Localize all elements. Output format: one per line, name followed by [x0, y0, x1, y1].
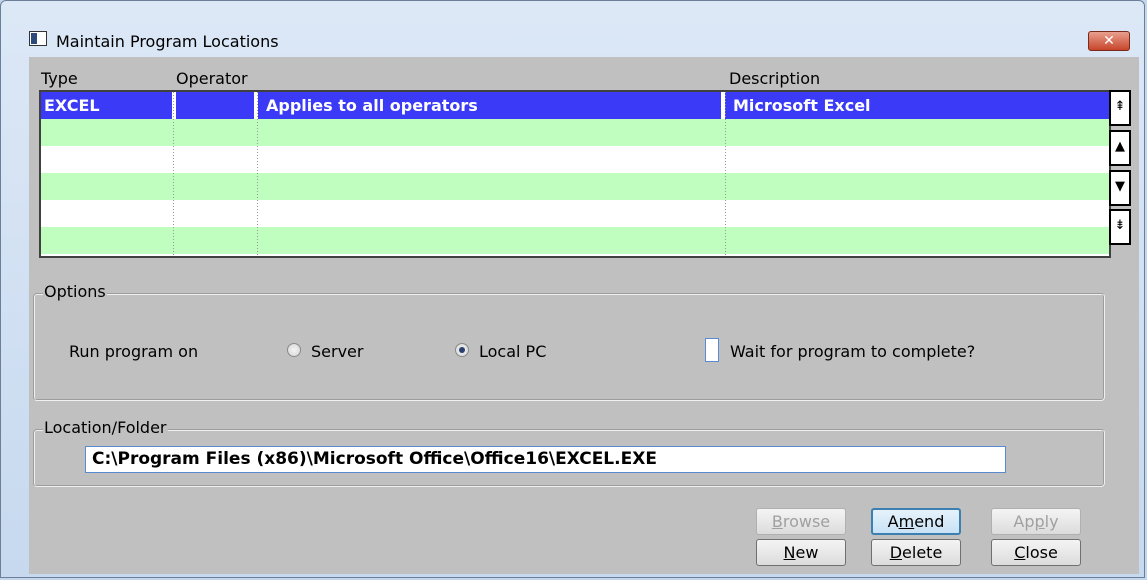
- wait-for-completion-checkbox[interactable]: [705, 338, 719, 362]
- table-row[interactable]: [41, 200, 1109, 227]
- close-icon: ✕: [1103, 33, 1115, 49]
- scroll-up-icon: ▲: [1115, 139, 1125, 154]
- window-title: Maintain Program Locations: [56, 32, 279, 51]
- apply-button[interactable]: Apply: [991, 508, 1081, 535]
- table-row[interactable]: [41, 227, 1109, 254]
- options-legend: Options: [43, 282, 107, 301]
- amend-button[interactable]: Amend: [871, 508, 961, 535]
- title-bar[interactable]: Maintain Program Locations ✕: [1, 1, 1144, 51]
- delete-label: elete: [902, 543, 943, 562]
- close-label: lose: [1025, 543, 1058, 562]
- close-window-button[interactable]: ✕: [1088, 31, 1130, 51]
- wait-for-completion-label[interactable]: Wait for program to complete?: [730, 342, 975, 361]
- column-header-description[interactable]: Description: [729, 69, 820, 88]
- location-path-input[interactable]: C:\Program Files (x86)\Microsoft Office\…: [85, 446, 1006, 473]
- close-mnemonic: C: [1014, 543, 1026, 562]
- grid-header: Type Operator Description: [39, 62, 1111, 90]
- new-button[interactable]: New: [756, 539, 846, 566]
- column-divider: [725, 92, 726, 256]
- server-radio[interactable]: [287, 343, 301, 357]
- table-row[interactable]: [41, 173, 1109, 200]
- new-label: ew: [795, 543, 819, 562]
- scroll-bottom-icon: ⇟: [1114, 218, 1126, 233]
- dialog-client-area: Type Operator Description EXCEL Applies …: [29, 57, 1139, 574]
- apply-label-start: Ap: [1013, 512, 1035, 531]
- program-locations-grid[interactable]: Type Operator Description EXCEL Applies …: [39, 62, 1111, 258]
- scroll-up-button[interactable]: ▲: [1109, 130, 1131, 166]
- browse-button[interactable]: Browse: [756, 508, 846, 535]
- column-header-type[interactable]: Type: [41, 69, 78, 88]
- browse-label: rowse: [782, 512, 831, 531]
- apply-mnemonic: p: [1034, 512, 1045, 531]
- amend-label-start: A: [887, 512, 899, 531]
- table-row-selected[interactable]: EXCEL Applies to all operators Microsoft…: [41, 92, 1109, 119]
- local-pc-radio-label[interactable]: Local PC: [479, 342, 546, 361]
- scroll-top-button[interactable]: ⇞: [1109, 90, 1131, 126]
- amend-mnemonic: m: [898, 512, 915, 531]
- grid-rows: EXCEL Applies to all operators Microsoft…: [39, 90, 1111, 258]
- table-row[interactable]: [41, 146, 1109, 173]
- cell-applies: Applies to all operators: [266, 96, 478, 115]
- run-program-on-label: Run program on: [69, 342, 199, 361]
- location-legend: Location/Folder: [43, 418, 168, 437]
- column-divider: [173, 92, 174, 256]
- new-mnemonic: N: [783, 543, 796, 562]
- cell-type: EXCEL: [44, 96, 100, 115]
- scroll-bottom-button[interactable]: ⇟: [1109, 209, 1131, 245]
- scroll-down-button[interactable]: ▼: [1109, 170, 1131, 206]
- table-row[interactable]: [41, 119, 1109, 146]
- close-button[interactable]: Close: [991, 539, 1081, 566]
- grid-scrollbar[interactable]: ⇞ ▲ ▼ ⇟: [1109, 90, 1131, 245]
- amend-label-end: end: [914, 512, 945, 531]
- scroll-top-icon: ⇞: [1114, 99, 1126, 114]
- app-icon: [29, 31, 47, 46]
- apply-label-end: ly: [1044, 512, 1059, 531]
- local-pc-radio[interactable]: [455, 343, 469, 357]
- cell-description: Microsoft Excel: [733, 96, 871, 115]
- delete-button[interactable]: Delete: [871, 539, 961, 566]
- scroll-down-icon: ▼: [1115, 179, 1125, 194]
- column-divider: [257, 92, 258, 256]
- column-header-operator[interactable]: Operator: [176, 69, 248, 88]
- browse-mnemonic: B: [771, 512, 783, 531]
- dialog-window: Maintain Program Locations ✕ Type Operat…: [0, 0, 1145, 578]
- server-radio-label[interactable]: Server: [311, 342, 363, 361]
- delete-mnemonic: D: [889, 543, 903, 562]
